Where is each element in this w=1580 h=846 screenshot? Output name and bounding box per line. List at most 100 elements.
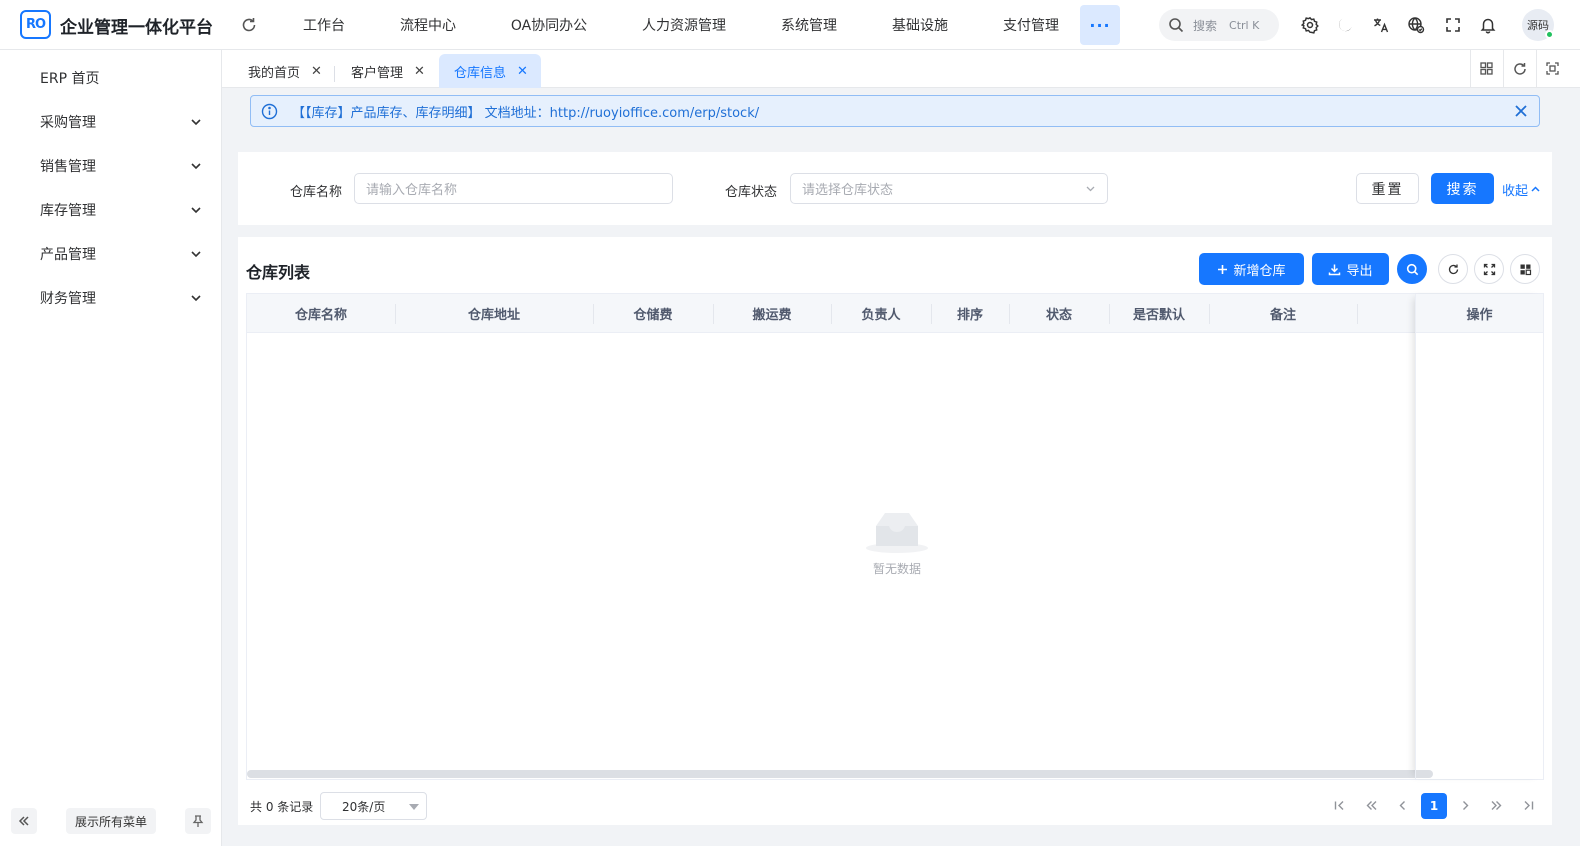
warehouse-status-select[interactable]: 请选择仓库状态 [790, 173, 1108, 204]
warehouse-table: 仓库名称 仓库地址 仓储费 搬运费 负责人 排序 状态 是否默认 备注 暂无数据… [246, 293, 1544, 780]
warehouse-name-input[interactable]: 请输入仓库名称 [354, 173, 673, 204]
grid-icon [1479, 61, 1494, 76]
tab-label: 仓库信息 [454, 65, 507, 81]
sidebar-item-label: 销售管理 [40, 159, 96, 175]
notification-bell-icon[interactable] [1478, 15, 1498, 35]
page-number-current[interactable]: 1 [1421, 793, 1447, 819]
more-menu-button[interactable]: ··· [1080, 5, 1120, 45]
prev-page-button[interactable] [1390, 793, 1414, 817]
chevron-left-icon [1396, 799, 1409, 812]
dark-mode-icon[interactable] [1335, 15, 1355, 35]
sidebar-collapse-button[interactable] [11, 808, 37, 834]
tab-customer-management[interactable]: 客户管理 ✕ [351, 54, 425, 88]
sidebar-item-purchase[interactable]: 采购管理 [0, 100, 221, 144]
page-size-value: 20条/页 [342, 799, 386, 814]
column-header-action: 操作 [1416, 294, 1543, 333]
tabs-bar: 我的首页 ✕ 客户管理 ✕ 仓库信息 ✕ [222, 50, 1580, 88]
top-nav-process-center[interactable]: 流程中心 [372, 0, 484, 50]
tab-warehouse-info[interactable]: 仓库信息 ✕ [439, 54, 541, 88]
tabs-grid-button[interactable] [1470, 50, 1502, 87]
empty-text: 暂无数据 [872, 562, 921, 576]
first-page-button[interactable] [1327, 793, 1351, 817]
column-header-principal: 负责人 [861, 308, 901, 323]
refresh-icon [1447, 263, 1460, 276]
sidebar-item-erp-home[interactable]: ERP 首页 [0, 56, 221, 100]
top-nav-workbench[interactable]: 工作台 [276, 0, 372, 50]
tab-my-home[interactable]: 我的首页 ✕ [248, 54, 322, 88]
first-page-icon [1333, 799, 1346, 812]
fullscreen-icon[interactable] [1443, 15, 1463, 35]
column-settings-icon [1519, 263, 1532, 276]
column-header-address: 仓库地址 [467, 308, 520, 323]
top-nav-infra[interactable]: 基础设施 [864, 0, 976, 50]
horizontal-scrollbar[interactable] [247, 770, 1433, 778]
tabs-refresh-button[interactable] [1503, 50, 1535, 87]
expand-all-menus-button[interactable]: 展示所有菜单 [66, 808, 156, 834]
chevron-down-icon [188, 114, 204, 130]
theme-color-icon[interactable] [1406, 15, 1426, 35]
top-nav-payment[interactable]: 支付管理 [976, 0, 1086, 50]
close-icon[interactable]: ✕ [414, 64, 425, 79]
app-title: 企业管理一体化平台 [60, 18, 213, 38]
alert-text[interactable]: 【【库存】产品库存、库存明细】 文档地址：http://ruoyioffice.… [292, 102, 759, 121]
column-settings-button[interactable] [1510, 254, 1540, 284]
top-nav-hr[interactable]: 人力资源管理 [614, 0, 754, 50]
next-group-button[interactable] [1484, 793, 1508, 817]
export-button[interactable]: 导出 [1312, 253, 1389, 285]
sidebar-item-inventory[interactable]: 库存管理 [0, 188, 221, 232]
refresh-icon[interactable] [239, 15, 259, 35]
sidebar-item-label: 财务管理 [40, 291, 96, 307]
more-icon: ··· [1089, 15, 1111, 35]
sidebar-item-label: ERP 首页 [40, 71, 100, 87]
tab-label: 我的首页 [248, 65, 301, 81]
column-header-sort: 排序 [956, 308, 983, 323]
table-refresh-button[interactable] [1438, 254, 1468, 284]
search-form: 仓库名称 请输入仓库名称 仓库状态 请选择仓库状态 重置 搜索 收起 [238, 152, 1552, 225]
warehouse-status-placeholder: 请选择仓库状态 [802, 183, 894, 198]
add-warehouse-button[interactable]: 新增仓库 [1199, 253, 1304, 285]
close-icon[interactable] [1514, 104, 1528, 118]
next-page-button[interactable] [1453, 793, 1477, 817]
warehouse-status-label: 仓库状态 [725, 185, 778, 200]
sidebar: ERP 首页 采购管理 销售管理 库存管理 产品管理 财务管理 展示所有菜单 [0, 50, 222, 846]
chevron-down-icon [1084, 182, 1097, 195]
warehouse-name-placeholder: 请输入仓库名称 [366, 183, 458, 198]
toggle-search-button[interactable] [1397, 254, 1427, 284]
empty-state: 暂无数据 [857, 510, 937, 577]
global-search[interactable]: 搜索 Ctrl K [1159, 9, 1279, 41]
column-header-default: 是否默认 [1132, 308, 1185, 323]
double-chevron-right-icon [1490, 799, 1503, 812]
reset-button[interactable]: 重置 [1356, 173, 1419, 204]
search-button[interactable]: 搜索 [1431, 173, 1494, 204]
double-chevron-left-icon [17, 814, 31, 828]
top-nav-oa[interactable]: OA协同办公 [484, 0, 614, 50]
settings-icon[interactable] [1300, 15, 1320, 35]
last-page-button[interactable] [1516, 793, 1540, 817]
table-header: 仓库名称 仓库地址 仓储费 搬运费 负责人 排序 状态 是否默认 备注 [247, 294, 1543, 333]
collapse-form-link[interactable]: 收起 [1502, 180, 1541, 199]
page-size-select[interactable]: 20条/页 [320, 792, 427, 820]
top-bar: RO 企业管理一体化平台 工作台 流程中心 OA协同办公 人力资源管理 系统管理… [0, 0, 1580, 50]
top-nav-system[interactable]: 系统管理 [754, 0, 864, 50]
global-search-shortcut: Ctrl K [1229, 18, 1260, 32]
sidebar-item-finance[interactable]: 财务管理 [0, 276, 221, 320]
sidebar-item-sales[interactable]: 销售管理 [0, 144, 221, 188]
table-fullscreen-button[interactable] [1474, 254, 1504, 284]
column-header-remark: 备注 [1269, 308, 1296, 323]
last-page-icon [1522, 799, 1535, 812]
collapse-form-label: 收起 [1502, 184, 1529, 199]
column-header-status: 状态 [1045, 308, 1072, 323]
app-logo: RO [20, 10, 51, 39]
prev-group-button[interactable] [1359, 793, 1383, 817]
sidebar-item-product[interactable]: 产品管理 [0, 232, 221, 276]
translate-icon[interactable] [1371, 15, 1391, 35]
pin-sidebar-button[interactable] [185, 808, 211, 834]
close-icon[interactable]: ✕ [517, 64, 528, 79]
tab-label: 客户管理 [351, 65, 404, 81]
chevron-down-icon [188, 158, 204, 174]
close-icon[interactable]: ✕ [311, 64, 322, 79]
tab-divider [334, 66, 335, 82]
tabs-maximize-button[interactable] [1536, 50, 1568, 87]
warehouse-table-card: 仓库列表 新增仓库 导出 仓库名称 仓库地址 仓储费 搬运费 负责人 排序 状态… [238, 237, 1552, 825]
chevron-right-icon [1459, 799, 1472, 812]
